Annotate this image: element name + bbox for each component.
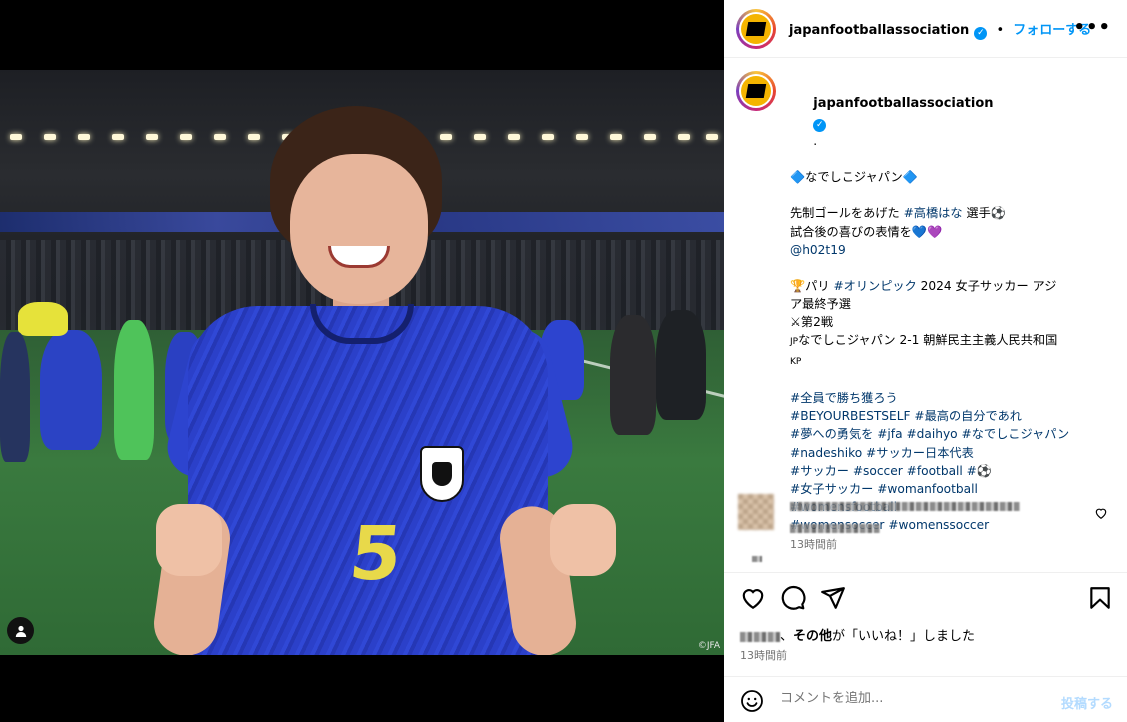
caption-line: #夢への勇気を #jfa #daihyo #なでしこジャパン bbox=[790, 425, 1110, 443]
player-figure: 5 bbox=[149, 106, 630, 655]
caption-line: 🔷なでしこジャパン🔷 bbox=[790, 168, 1110, 186]
user-tag-icon bbox=[15, 625, 26, 637]
post-caption: japanfootballassociation ✓ . 🔷なでしこジャパン🔷 先… bbox=[790, 76, 1110, 554]
post-side-panel: japanfootballassociation ✓ • フォローする ••• … bbox=[724, 0, 1127, 722]
post-header: japanfootballassociation ✓ • フォローする ••• bbox=[724, 0, 1127, 58]
hashtag-link[interactable]: #サッカー #soccer #football #⚽ bbox=[790, 464, 992, 478]
likes-others-link[interactable]: その他 bbox=[793, 629, 832, 644]
comment-text-blurred bbox=[790, 502, 1020, 511]
emoji-icon[interactable] bbox=[740, 689, 764, 713]
caption-line: 🏆パリ #オリンピック 2024 女子サッカー アジ bbox=[790, 277, 1110, 295]
caption-line: KP bbox=[790, 351, 1110, 371]
jfa-logo bbox=[741, 14, 771, 44]
caption-line: #BEYOURBESTSELF #最高の自分であれ bbox=[790, 407, 1110, 425]
liker-name-blurred[interactable] bbox=[740, 631, 780, 642]
caption-text: なでしこジャパン 2-1 朝鮮民主主義人民共和国 bbox=[798, 333, 1058, 348]
caption-text: 2024 女子サッカー アジ bbox=[916, 278, 1057, 293]
more-options-icon[interactable]: ••• bbox=[1073, 17, 1111, 38]
player-left-fist bbox=[156, 504, 222, 576]
jersey-number: 5 bbox=[345, 511, 407, 597]
hashtag-link[interactable]: #BEYOURBESTSELF #最高の自分であれ bbox=[790, 409, 1022, 423]
caption-text: 🏆パリ bbox=[790, 278, 834, 293]
caption-body: 🔷なでしこジャパン🔷 先制ゴールをあげた #高橋はな 選手⚽ 試合後の喜びの表情を💙… bbox=[790, 168, 1110, 534]
header-username[interactable]: japanfootballassociation bbox=[789, 23, 969, 38]
commenter-avatar[interactable] bbox=[738, 494, 774, 530]
comment-item bbox=[738, 494, 1118, 562]
photo-watermark: ©JFA bbox=[697, 641, 720, 651]
country-code: JP bbox=[790, 337, 799, 348]
background-goalkeeper bbox=[114, 320, 154, 460]
bookmark-icon[interactable] bbox=[1087, 585, 1113, 611]
caption-line bbox=[790, 186, 1110, 204]
post-timestamp[interactable]: 13時間前 bbox=[740, 647, 787, 663]
caption-line: ア最終予選 bbox=[790, 295, 1110, 313]
hashtag-link[interactable]: @h02t19 bbox=[790, 243, 846, 257]
caption-avatar[interactable] bbox=[736, 71, 776, 111]
caption-text: 選手⚽ bbox=[962, 206, 1006, 221]
background-flag bbox=[18, 302, 68, 336]
caption-line: #nadeshiko #サッカー日本代表 bbox=[790, 444, 1110, 462]
comment-icon[interactable] bbox=[780, 585, 806, 611]
verified-badge-icon: ✓ bbox=[813, 119, 827, 133]
background-player bbox=[40, 330, 102, 450]
post-photo[interactable]: 5 ©JFA bbox=[0, 70, 724, 655]
player-face bbox=[290, 154, 428, 304]
account-avatar[interactable] bbox=[736, 9, 776, 49]
verified-badge-icon: ✓ bbox=[974, 27, 988, 40]
caption-text: ⚔第2戦 bbox=[790, 314, 834, 329]
caption-line: 試合後の喜びの表情を💙💜 bbox=[790, 223, 1110, 241]
country-code: KP bbox=[790, 357, 802, 368]
caption-line: 先制ゴールをあげた #高橋はな 選手⚽ bbox=[790, 204, 1110, 222]
user-tag-button[interactable] bbox=[7, 617, 34, 644]
caption-line: #サッカー #soccer #football #⚽ bbox=[790, 462, 1110, 480]
caption-text: 🔷なでしこジャパン🔷 bbox=[790, 170, 918, 185]
caption-line: ⚔第2戦 bbox=[790, 313, 1110, 331]
comment-like-icon[interactable] bbox=[1094, 506, 1108, 520]
header-separator: • bbox=[996, 23, 1005, 38]
caption-line: @h02t19 bbox=[790, 241, 1110, 259]
caption-text: ア最終予選 bbox=[790, 296, 851, 311]
caption-text: 先制ゴールをあげた bbox=[790, 206, 904, 221]
heart-icon[interactable] bbox=[740, 585, 766, 611]
hashtag-link[interactable]: #高橋はな bbox=[904, 206, 963, 220]
caption-username[interactable]: japanfootballassociation bbox=[813, 96, 993, 111]
post-actions-bar bbox=[724, 572, 1127, 624]
post-comment-button[interactable]: 投稿する bbox=[1061, 693, 1113, 712]
hashtag-link[interactable]: #nadeshiko #サッカー日本代表 bbox=[790, 446, 974, 460]
player-right-fist bbox=[550, 504, 616, 576]
hashtag-link[interactable]: #オリンピック bbox=[833, 279, 916, 293]
caption-line bbox=[790, 371, 1110, 389]
jfa-crest bbox=[420, 446, 464, 502]
caption-line: JPなでしこジャパン 2-1 朝鮮民主主義人民共和国 bbox=[790, 331, 1110, 351]
add-comment-bar: 投稿する bbox=[724, 676, 1127, 722]
comment-input[interactable] bbox=[780, 691, 1030, 706]
caption-line bbox=[790, 259, 1110, 277]
hashtag-link[interactable]: #全員で勝ち獲ろう bbox=[790, 391, 898, 405]
likes-summary: 、その他が「いいね！」しました bbox=[740, 625, 975, 644]
share-icon[interactable] bbox=[820, 585, 846, 611]
player-jersey bbox=[188, 306, 548, 655]
hashtag-link[interactable]: #夢への勇気を #jfa #daihyo #なでしこジャパン bbox=[790, 427, 1069, 441]
caption-text: 試合後の喜びの表情を💙💜 bbox=[790, 224, 943, 239]
post-media[interactable]: 5 ©JFA bbox=[0, 0, 724, 722]
caption-line: #全員で勝ち獲ろう bbox=[790, 389, 1110, 407]
